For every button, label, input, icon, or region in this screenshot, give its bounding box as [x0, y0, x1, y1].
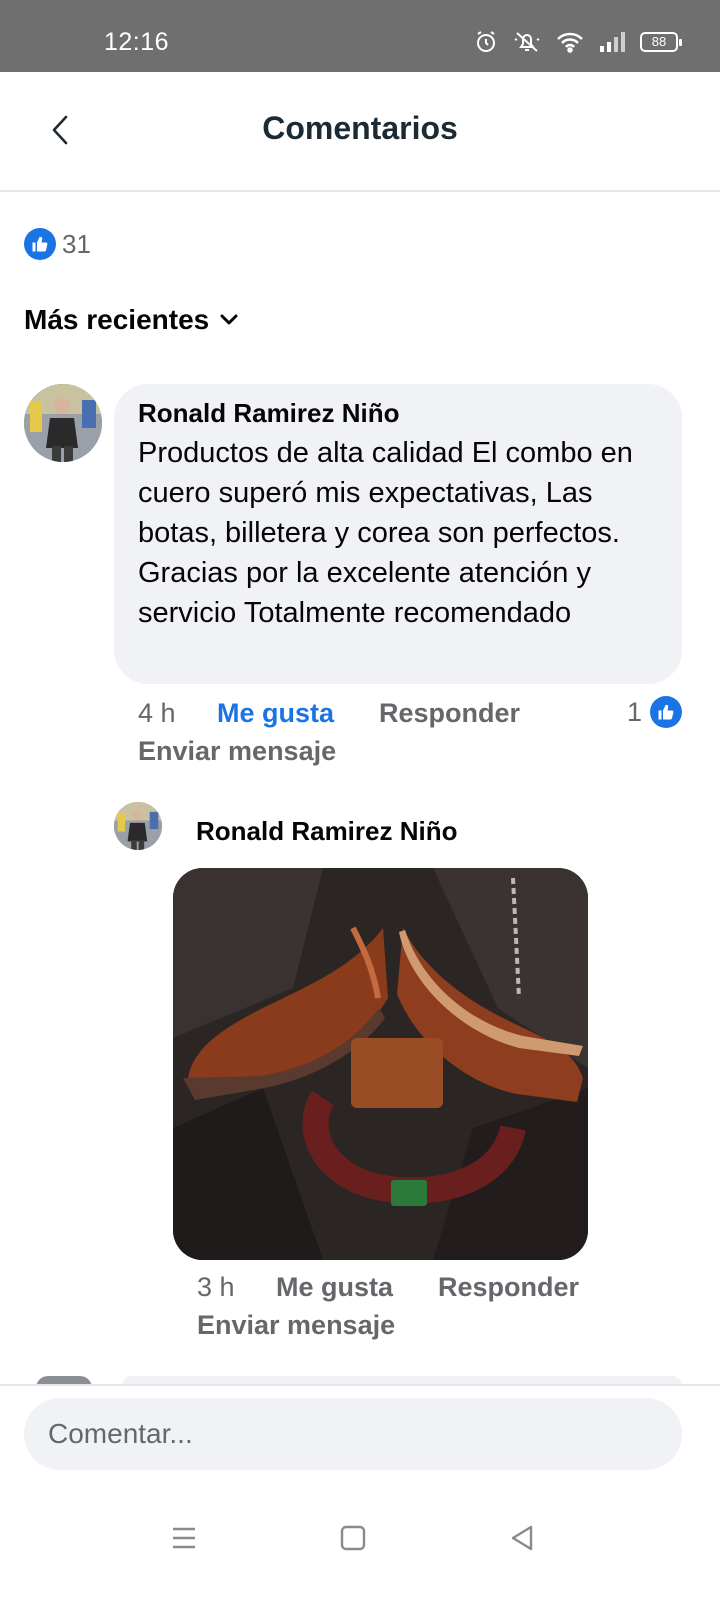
reaction-summary[interactable]: 31 — [24, 228, 91, 260]
chevron-down-icon — [220, 314, 238, 325]
comment-like-number: 1 — [626, 696, 642, 727]
page-title: Comentarios — [262, 110, 458, 146]
signal-icon — [600, 32, 625, 52]
battery-icon: 88 — [640, 32, 682, 52]
top-app-bar: Comentarios — [0, 72, 720, 192]
comment-time: 4 h — [138, 698, 176, 728]
comment-input-wrapper[interactable] — [24, 1398, 682, 1470]
comment-author[interactable]: Ronald Ramirez Niño — [138, 398, 658, 429]
reply-send-message-button[interactable]: Enviar mensaje — [197, 1310, 395, 1341]
status-bar: 12:16 88 — [0, 0, 720, 72]
reply-avatar[interactable] — [114, 802, 162, 850]
reply-reply-button[interactable]: Responder — [438, 1272, 579, 1303]
menu-nav-button[interactable] — [154, 1508, 214, 1568]
like-icon — [24, 228, 56, 260]
status-time: 12:16 — [104, 28, 170, 56]
menu-icon — [173, 1527, 195, 1549]
comment-composer — [0, 1384, 720, 1484]
reply-button[interactable]: Responder — [379, 698, 520, 729]
home-nav-button[interactable] — [323, 1508, 383, 1568]
comment-like-count[interactable]: 1 — [627, 696, 682, 728]
like-icon — [650, 696, 682, 728]
reply-author[interactable]: Ronald Ramirez Niño — [196, 816, 457, 847]
alarm-icon — [477, 31, 495, 52]
comment-bubble[interactable]: Ronald Ramirez Niño Productos de alta ca… — [114, 384, 682, 684]
sort-dropdown[interactable]: Más recientes — [24, 304, 239, 336]
comment-text: Productos de alta calidad El combo en cu… — [138, 437, 633, 629]
back-nav-button[interactable] — [492, 1508, 552, 1568]
back-triangle-icon — [511, 1525, 533, 1551]
reaction-count: 31 — [62, 228, 91, 259]
wifi-icon — [557, 32, 583, 53]
comment-input[interactable] — [24, 1398, 682, 1470]
send-message-button[interactable]: Enviar mensaje — [138, 736, 336, 767]
status-icons: 88 — [474, 30, 682, 54]
reply-time: 3 h — [197, 1272, 235, 1302]
home-square-icon — [340, 1525, 366, 1551]
avatar[interactable] — [24, 384, 102, 462]
mute-bell-icon — [514, 32, 540, 52]
reply-like-button[interactable]: Me gusta — [276, 1272, 393, 1303]
sort-label: Más recientes — [24, 304, 210, 335]
comment-photo[interactable] — [173, 868, 588, 1260]
like-button[interactable]: Me gusta — [217, 698, 334, 729]
system-nav-bar — [0, 1486, 720, 1600]
